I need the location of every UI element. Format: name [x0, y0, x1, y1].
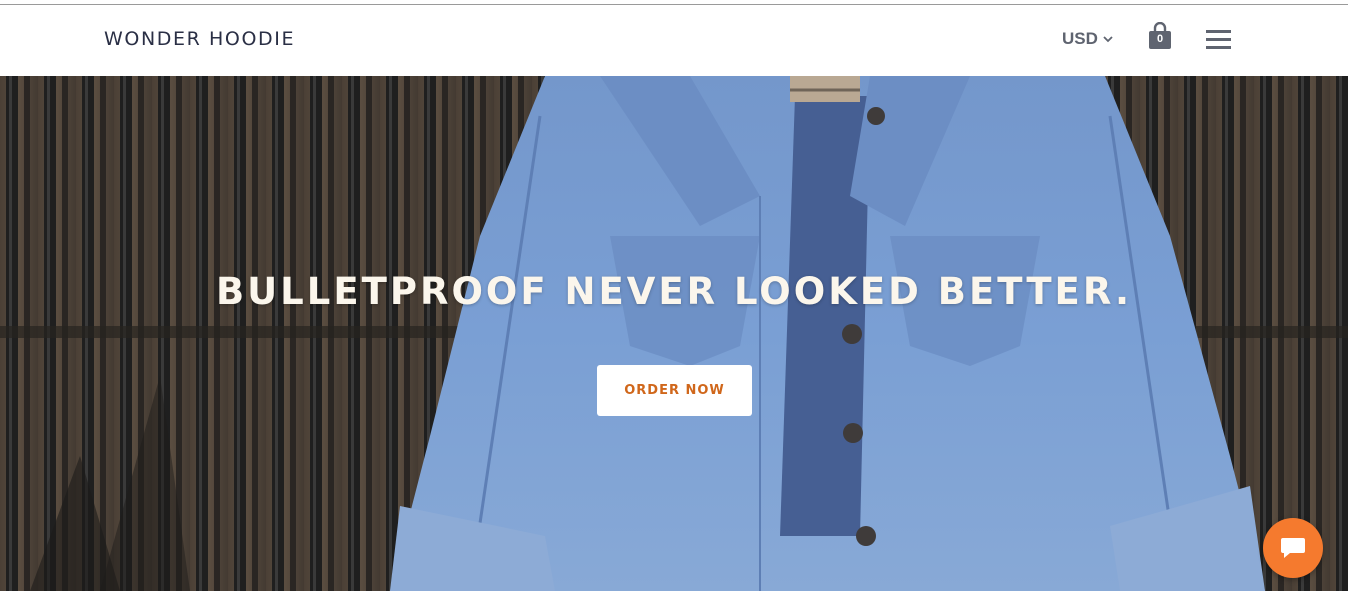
- currency-selector[interactable]: USD: [1062, 29, 1114, 49]
- chevron-down-icon: [1103, 36, 1113, 43]
- cart-button[interactable]: 0: [1148, 21, 1172, 50]
- cart-count: 0: [1156, 33, 1164, 45]
- hero-image: [0, 76, 1348, 591]
- site-header: WONDER HOODIE USD 0: [0, 5, 1348, 76]
- hamburger-menu-icon[interactable]: [1206, 30, 1231, 50]
- hero-headline: BULLETPROOF NEVER LOOKED BETTER.: [215, 270, 1133, 313]
- currency-label: USD: [1062, 29, 1098, 48]
- chat-button[interactable]: [1263, 518, 1323, 578]
- order-now-button[interactable]: ORDER NOW: [597, 365, 752, 416]
- hero-banner: BULLETPROOF NEVER LOOKED BETTER. ORDER N…: [0, 76, 1348, 591]
- chat-bubble-icon: [1281, 538, 1305, 558]
- site-logo[interactable]: WONDER HOODIE: [104, 28, 295, 50]
